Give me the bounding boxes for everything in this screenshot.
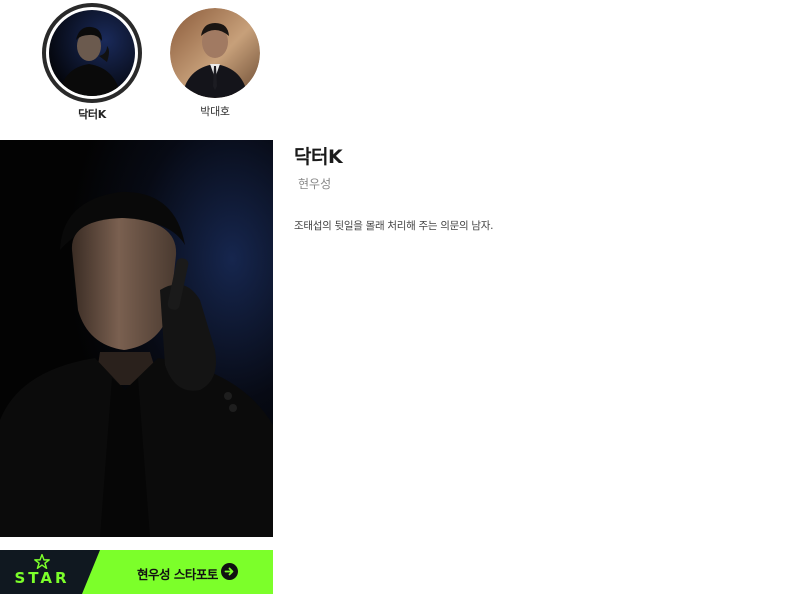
star-logo: STAR xyxy=(14,554,70,586)
character-name: 닥터K xyxy=(78,108,106,121)
star-photo-banner[interactable]: STAR 현우성 스타포토 xyxy=(0,550,273,594)
character-list: 닥터K 박대호 xyxy=(0,0,800,125)
avatar-park-daeho xyxy=(170,8,260,98)
avatar-selected-ring xyxy=(42,3,142,103)
arrow-right-icon[interactable] xyxy=(221,563,238,580)
character-item-doctor-k[interactable]: 닥터K xyxy=(37,0,147,122)
character-detail: 닥터K 현우성 조태섭의 뒷일을 몰래 처리해 주는 의문의 남자. xyxy=(294,142,774,233)
character-title: 닥터K xyxy=(294,146,343,168)
star-logo-text: STAR xyxy=(14,569,70,587)
character-portrait xyxy=(0,140,273,537)
character-item-park-daeho[interactable]: 박대호 xyxy=(160,0,270,119)
actor-name: 현우성 xyxy=(298,177,332,191)
character-name: 박대호 xyxy=(200,105,230,118)
star-icon xyxy=(34,554,50,569)
character-description: 조태섭의 뒷일을 몰래 처리해 주는 의문의 남자. xyxy=(294,220,494,232)
star-photo-link[interactable]: 현우성 스타포토 xyxy=(137,564,218,583)
avatar-doctor-k xyxy=(49,10,135,96)
